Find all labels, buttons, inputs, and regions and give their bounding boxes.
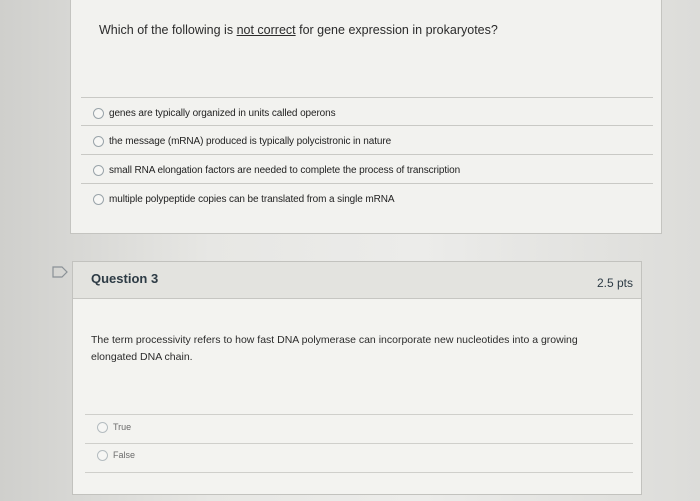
radio-button[interactable]: [93, 107, 104, 119]
question-points: 2.5 pts: [596, 276, 633, 290]
answer-option-true[interactable]: True: [97, 418, 131, 436]
answer-option-2[interactable]: the message (mRNA) produced is typically…: [93, 131, 391, 151]
answer-divider: [81, 183, 653, 184]
radio-button[interactable]: [93, 164, 104, 176]
question-2-card: Which of the following is not correct fo…: [70, 0, 662, 234]
question-title: Question 3: [91, 271, 159, 286]
question-2-text: Which of the following is not correct fo…: [99, 23, 498, 37]
answer-option-1[interactable]: genes are typically organized in units c…: [93, 103, 336, 123]
question-3-text: The term processivity refers to how fast…: [91, 334, 578, 363]
radio-button[interactable]: [93, 193, 104, 205]
screen: Which of the following is not correct fo…: [0, 0, 700, 501]
flag-question-icon[interactable]: [52, 266, 68, 278]
radio-button[interactable]: [97, 421, 108, 433]
answer-divider: [81, 97, 653, 98]
radio-button[interactable]: [97, 449, 108, 461]
answer-label: genes are typically organized in units c…: [109, 107, 336, 119]
question-2-text-start: Which of the following is: [99, 23, 237, 37]
answer-label: True: [113, 422, 132, 432]
answer-divider: [85, 472, 633, 473]
question-3-header: Question 3 2.5 pts: [73, 262, 641, 299]
answer-label: False: [113, 450, 136, 460]
answer-divider: [81, 125, 653, 126]
question-3-card: Question 3 2.5 pts The term processivity…: [72, 261, 642, 495]
answer-divider: [85, 443, 633, 444]
answer-divider: [81, 154, 653, 155]
question-2-text-end: for gene expression in prokaryotes?: [295, 23, 498, 37]
answer-option-3[interactable]: small RNA elongation factors are needed …: [93, 160, 460, 180]
answer-label: the message (mRNA) produced is typically…: [109, 135, 392, 147]
answer-label: small RNA elongation factors are needed …: [109, 164, 461, 176]
question-2-text-underlined: not correct: [236, 23, 296, 37]
answer-option-false[interactable]: False: [97, 446, 135, 464]
answer-label: multiple polypeptide copies can be trans…: [109, 193, 395, 205]
radio-button[interactable]: [93, 135, 104, 147]
answer-divider: [85, 414, 633, 415]
answer-option-4[interactable]: multiple polypeptide copies can be trans…: [93, 189, 395, 209]
